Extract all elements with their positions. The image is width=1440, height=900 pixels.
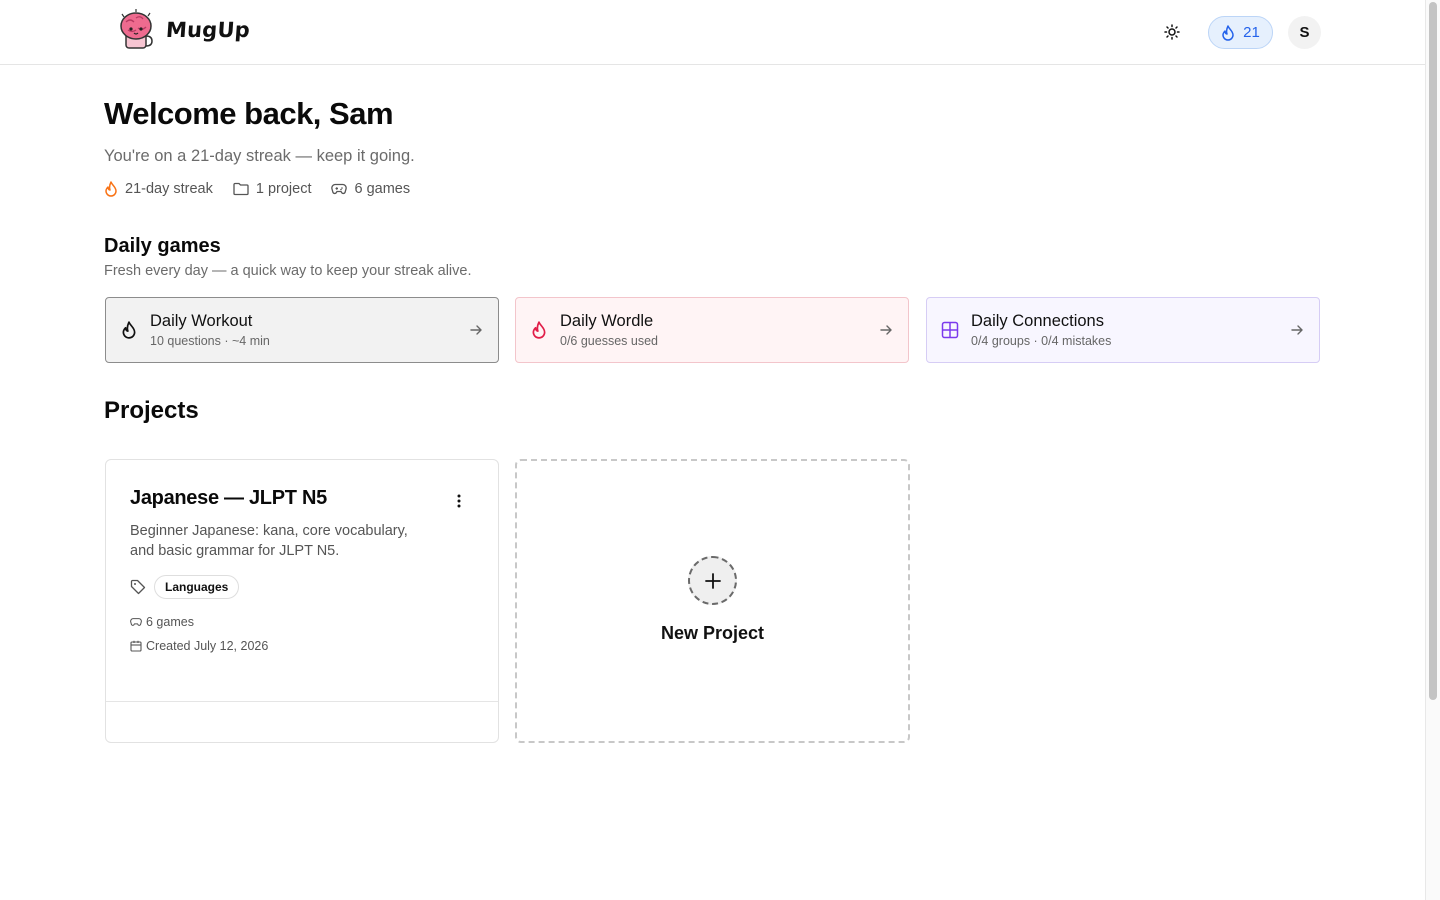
sun-icon [1164,24,1180,40]
more-vertical-icon [457,494,461,508]
user-avatar[interactable]: S [1288,16,1321,49]
project-games-count: 6 games [130,615,194,629]
project-card[interactable]: Japanese — JLPT N5 Beginner Japanese: ka… [105,459,499,743]
calendar-icon [130,640,142,652]
welcome-subtitle: You're on a 21-day streak — keep it goin… [104,147,415,165]
projects-heading: Projects [104,397,199,424]
grid-icon [941,321,959,339]
page-scrollbar[interactable] [1425,0,1440,900]
daily-wordle-title: Daily Wordle [560,312,654,330]
stat-games: 6 games [331,181,410,197]
daily-games-heading: Daily games [104,235,221,257]
flame-icon [122,321,136,339]
tag-badge[interactable]: Languages [154,575,240,599]
stats-row: 21-day streak 1 project 6 games [104,181,410,197]
new-project-plus-button[interactable] [688,556,737,605]
flame-icon [105,181,117,197]
daily-wordle-card[interactable]: Daily Wordle 0/6 guesses used [515,297,909,363]
new-project-label: New Project [660,623,765,643]
flame-icon [1222,24,1234,41]
plus-icon [704,572,721,589]
stat-streak: 21-day streak [104,181,213,197]
daily-wordle-subtitle: 0/6 guesses used [560,334,658,348]
top-bar: MugUp 21 S [0,0,1425,65]
project-menu-button[interactable] [449,491,469,511]
arrow-right-icon [880,325,892,335]
scrollbar-thumb[interactable] [1429,2,1437,700]
arrow-right-icon [470,325,482,335]
page-title: Welcome back, Sam [104,96,394,131]
brain-mug-logo-icon [120,9,153,49]
daily-connections-title: Daily Connections [971,312,1104,330]
stat-games-label: 6 games [354,181,411,197]
project-card-footer [106,701,498,702]
folder-icon [233,182,249,196]
streak-badge[interactable]: 21 [1208,16,1273,49]
tag-icon [130,579,146,595]
stat-projects-label: 1 project [255,181,312,197]
streak-count: 21 [1243,24,1260,41]
project-created-date: Created July 12, 2026 [130,639,268,653]
project-games-label: 6 games [146,615,194,629]
flame-icon [532,321,546,339]
app-name: MugUp [165,18,251,42]
arrow-right-icon [1291,325,1303,335]
stat-projects: 1 project [233,181,312,197]
project-description: Beginner Japanese: kana, core vocabulary… [130,523,408,559]
daily-connections-card[interactable]: Daily Connections 0/4 groups · 0/4 mista… [926,297,1320,363]
daily-workout-card[interactable]: Daily Workout 10 questions · ~4 min [105,297,499,363]
theme-toggle-button[interactable] [1160,20,1184,44]
project-title: Japanese — JLPT N5 [130,487,327,509]
app-logo[interactable]: MugUp [116,8,251,52]
gamepad-icon [130,618,142,626]
daily-workout-subtitle: 10 questions · ~4 min [150,334,270,348]
gamepad-icon [331,183,348,195]
daily-games-subtitle: Fresh every day — a quick way to keep yo… [104,263,472,279]
new-project-card[interactable]: New Project [515,459,910,743]
daily-connections-subtitle: 0/4 groups · 0/4 mistakes [971,334,1112,348]
project-created-label: Created July 12, 2026 [146,639,269,653]
daily-workout-title: Daily Workout [150,312,253,330]
stat-streak-label: 21-day streak [125,181,213,197]
project-tags: Languages [130,575,240,599]
